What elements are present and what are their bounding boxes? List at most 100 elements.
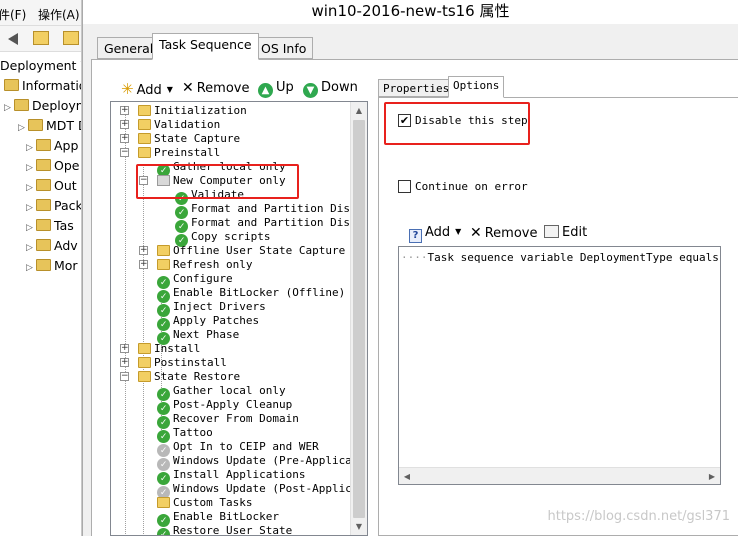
expand-arrow-icon[interactable]: ▷: [26, 183, 36, 193]
scroll-left-icon[interactable]: ◀: [399, 468, 415, 484]
expand-icon[interactable]: +: [139, 260, 148, 269]
tree-item[interactable]: ✓ Install Applications: [157, 468, 306, 485]
tab-task-sequence[interactable]: Task Sequence: [152, 33, 259, 60]
highlight-new-computer-only: [136, 164, 299, 199]
tree-item[interactable]: State Restore: [138, 370, 240, 384]
condition-remove-button[interactable]: ✕ Remove: [470, 225, 538, 243]
tree-item[interactable]: Offline User State Capture: [157, 244, 345, 258]
tab-general[interactable]: General: [97, 37, 161, 59]
conditions-horizontal-scrollbar[interactable]: ◀ ▶: [399, 467, 720, 484]
tree-item[interactable]: ✓ Apply Patches: [157, 314, 259, 331]
tree-item[interactable]: ✓ Restore User State: [157, 524, 292, 535]
expand-arrow-icon[interactable]: ▷: [18, 123, 28, 133]
remove-button[interactable]: ✕ Remove: [182, 80, 250, 98]
back-icon[interactable]: [2, 33, 18, 45]
expand-icon[interactable]: +: [120, 344, 129, 353]
scroll-up-icon[interactable]: ▲: [351, 102, 367, 119]
tree-item-label: Post-Apply Cleanup: [173, 398, 293, 411]
tree-item[interactable]: ✓ Enable BitLocker: [157, 510, 279, 527]
folder-up-icon[interactable]: [33, 31, 49, 45]
remove-x-icon: ✕: [470, 225, 482, 241]
tree-item-label: Enable BitLocker: [173, 510, 279, 523]
tree-item[interactable]: ✓ Opt In to CEIP and WER: [157, 440, 319, 457]
condition-edit-button[interactable]: Edit: [544, 225, 587, 243]
expand-icon[interactable]: +: [139, 246, 148, 255]
tree-item[interactable]: State Capture: [138, 132, 240, 146]
tree-item[interactable]: ✓ Gather local only: [157, 384, 286, 401]
expand-arrow-icon[interactable]: ▷: [26, 223, 36, 233]
down-button[interactable]: ▼ Down: [303, 80, 358, 98]
add-button[interactable]: ✳ Add ▼: [121, 80, 173, 98]
mmc-tree-node[interactable]: ▷ Out: [26, 178, 77, 198]
mmc-tree-node[interactable]: ▷ Ope: [26, 158, 79, 178]
expand-arrow-icon[interactable]: ▷: [26, 243, 36, 253]
tree-item[interactable]: Refresh only: [157, 258, 252, 272]
expand-icon[interactable]: +: [120, 134, 129, 143]
tab-os-info[interactable]: OS Info: [254, 37, 314, 59]
up-button[interactable]: ▲ Up: [258, 80, 294, 98]
tab-properties[interactable]: Properties: [378, 79, 455, 97]
mmc-tree-node[interactable]: ▷ Deployme: [4, 98, 81, 118]
mmc-tree-node[interactable]: ▷ Tas: [26, 218, 74, 238]
tree-item-label: Preinstall: [154, 146, 221, 159]
tree-item[interactable]: ✓ Copy scripts: [175, 230, 270, 247]
continue-on-error-checkbox[interactable]: [398, 180, 411, 193]
condition-item[interactable]: ····Task sequence variable DeploymentTyp…: [401, 251, 720, 264]
mmc-tree-node-label: MDT D: [46, 118, 81, 133]
tree-item-label: Windows Update (Pre-Application Installa…: [173, 454, 350, 467]
tree-item[interactable]: ✓ Tattoo: [157, 426, 213, 443]
tree-item[interactable]: Preinstall: [138, 146, 220, 160]
tree-item[interactable]: Initialization: [138, 104, 247, 118]
scroll-down-icon[interactable]: ▼: [351, 518, 367, 535]
mmc-tree-node[interactable]: ▷ Mor: [26, 258, 78, 278]
tree-item[interactable]: ✓Format and Partition Disk (BIOS): [175, 216, 350, 233]
folder-icon: [157, 497, 170, 508]
tab-options[interactable]: Options: [448, 76, 505, 98]
expand-arrow-icon[interactable]: ▷: [26, 143, 36, 153]
help-icon: ?: [409, 229, 422, 243]
mmc-tree-node[interactable]: ▷ App: [26, 138, 78, 158]
expand-icon[interactable]: +: [120, 120, 129, 129]
collapse-icon[interactable]: −: [120, 148, 129, 157]
mmc-tree-node[interactable]: ▷ MDT D: [18, 118, 81, 138]
scroll-thumb[interactable]: [353, 120, 365, 518]
expand-arrow-icon[interactable]: ▷: [26, 263, 36, 273]
tree-item[interactable]: ✓ Inject Drivers: [157, 300, 266, 317]
tree-item[interactable]: Custom Tasks: [157, 496, 252, 510]
menu-action[interactable]: 操作(A): [38, 6, 80, 23]
condition-add-button[interactable]: ? Add ▼: [409, 225, 461, 243]
expand-arrow-icon[interactable]: ▷: [4, 103, 14, 113]
scroll-right-icon[interactable]: ▶: [704, 468, 720, 484]
mmc-tree-node[interactable]: ▷ Adv: [26, 238, 78, 258]
tree-item[interactable]: ✓Windows Update (Pre-Application Install…: [157, 454, 350, 471]
tree-item[interactable]: ✓Format and Partition Disk (UEFI): [175, 202, 350, 219]
tree-connector-line: [125, 108, 126, 535]
tree-item[interactable]: Validation: [138, 118, 220, 132]
tree-item[interactable]: ✓ Configure: [157, 272, 233, 289]
mmc-tree-node[interactable]: ▷ Pack: [26, 198, 81, 218]
expand-icon[interactable]: +: [120, 106, 129, 115]
dialog-title: win10-2016-new-ts16 属性: [83, 0, 738, 24]
mmc-tree-node[interactable]: Deployment W: [0, 58, 81, 78]
tree-item[interactable]: ✓Windows Update (Post-Application Instal…: [157, 482, 350, 499]
expand-arrow-icon[interactable]: ▷: [26, 163, 36, 173]
tree-item[interactable]: ✓ Post-Apply Cleanup: [157, 398, 293, 415]
mmc-tree-node[interactable]: Informatio: [4, 78, 81, 98]
expand-icon[interactable]: +: [120, 358, 129, 367]
tree-item[interactable]: ✓ Enable BitLocker (Offline): [157, 286, 345, 303]
tree-item[interactable]: ✓ Recover From Domain: [157, 412, 299, 429]
tree-item-label: Install Applications: [173, 468, 306, 481]
tree-vertical-scrollbar[interactable]: ▲ ▼: [350, 102, 367, 535]
menu-file[interactable]: 件(F): [0, 6, 26, 23]
collapse-icon[interactable]: −: [120, 372, 129, 381]
tree-item[interactable]: Postinstall: [138, 356, 227, 370]
mmc-tree-node-label: Mor: [54, 258, 78, 273]
export-icon[interactable]: [63, 31, 79, 45]
expand-arrow-icon[interactable]: ▷: [26, 203, 36, 213]
mmc-toolbar: [0, 26, 81, 52]
tree-item[interactable]: ✓ Next Phase: [157, 328, 239, 345]
tree-item-label: Gather local only: [173, 384, 286, 397]
tree-item[interactable]: Install: [138, 342, 200, 356]
folder-icon: [36, 139, 51, 151]
folder-icon: [36, 199, 51, 211]
